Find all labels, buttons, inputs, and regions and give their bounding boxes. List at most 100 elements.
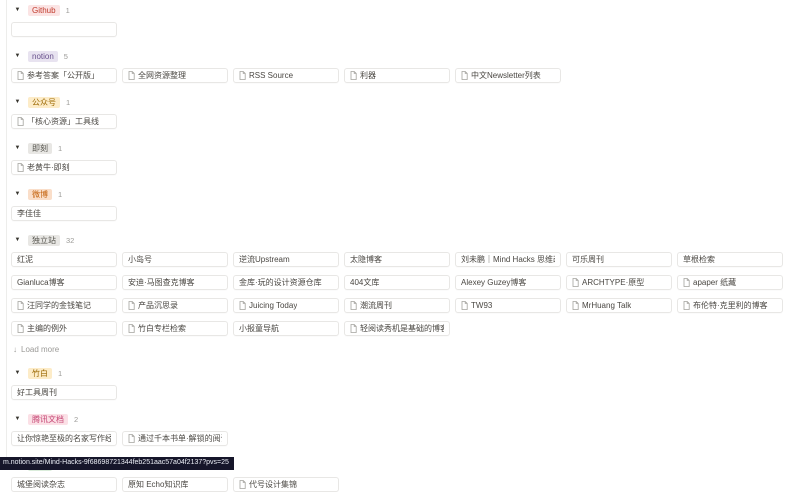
page-card[interactable]: 竹白专栏检索 [122,321,228,336]
page-card-title: 布伦特·克里利的博客 [693,301,768,310]
page-card[interactable]: 布伦特·克里利的博客 [677,298,783,313]
page-card[interactable]: Gianluca博客 [11,275,117,290]
group-tag-zhubai[interactable]: 竹白 [28,367,52,379]
page-card-title: 竹白专栏检索 [138,324,186,333]
collapse-toggle-icon[interactable]: ▼ [13,367,22,379]
page-card[interactable]: ARCHTYPE·原型 [566,275,672,290]
page-card-title: 参考答案「公开版」 [27,71,99,80]
page-card[interactable]: 让你惊艳至极的名家写作经验 [11,431,117,446]
group-tag-gongzhonghao[interactable]: 公众号 [28,96,60,108]
group-count: 1 [58,368,63,378]
group-section-zhubai: ▼ 竹白 1 好工具周刊 [11,367,800,400]
page-card[interactable]: 金库·玩的设计资源仓库 [233,275,339,290]
page-card[interactable] [11,22,117,37]
load-more-button[interactable]: ↓ Load more [11,344,800,354]
page-card-title: 404文库 [350,278,380,287]
page-card[interactable]: 产品沉思录 [122,298,228,313]
group-tag-indie[interactable]: 独立站 [28,234,60,246]
group-tag-jike[interactable]: 即刻 [28,142,52,154]
page-icon [17,163,24,172]
group-tag-tencent-docs[interactable]: 腾讯文档 [28,413,68,425]
group-header-github: ▼ Github 1 [11,4,800,16]
link-preview-statusbar: m.notion.site/Mind-Hacks-9f68698721344fe… [0,457,234,470]
card-grid-jike: 老黄牛·即刻 [11,160,800,175]
page-card[interactable]: 利器 [344,68,450,83]
page-icon [683,301,690,310]
group-section-jike: ▼ 即刻 1 老黄牛·即刻 [11,142,800,175]
page-card[interactable]: RSS Source [233,68,339,83]
page-card-title: 太隐博客 [350,255,382,264]
page-card[interactable]: MrHuang Talk [566,298,672,313]
page-card-title: 潮流周刊 [360,301,392,310]
page-card[interactable]: 红泥 [11,252,117,267]
page-card[interactable]: 草根检索 [677,252,783,267]
page-card-title: RSS Source [249,71,294,80]
card-grid-tencent-docs: 让你惊艳至极的名家写作经验 通过千本书单·解锁的阅读者 [11,431,800,446]
group-count: 1 [66,97,71,107]
group-tag-github[interactable]: Github [28,4,60,16]
group-count: 5 [63,51,68,61]
collapse-toggle-icon[interactable]: ▼ [13,142,22,154]
card-grid-indie: 红泥 小岛号 逆流Upstream 太隐博客 刘未鹏｜Mind Hacks 思维改变生活… [11,252,800,336]
page-card[interactable]: Juicing Today [233,298,339,313]
page-icon [17,324,24,333]
collapse-toggle-icon[interactable]: ▼ [13,188,22,200]
page-card-title: TW93 [471,301,493,310]
grouped-board: ▼ Github 1 ▼ notion 5 参考答案「公开版」 全网资源整理 RSS Sourc… [6,0,800,492]
page-card[interactable]: 原知 Echo知识库 [122,477,228,492]
page-card[interactable]: 老黄牛·即刻 [11,160,117,175]
page-card-title: 可乐周刊 [572,255,604,264]
page-card-title: 好工具周刊 [17,388,57,397]
page-icon [128,71,135,80]
collapse-toggle-icon[interactable]: ▼ [13,234,22,246]
page-card[interactable]: 刘未鹏｜Mind Hacks 思维改变生活 [455,252,561,267]
page-card[interactable]: 参考答案「公开版」 [11,68,117,83]
page-card[interactable]: 潮流周刊 [344,298,450,313]
page-card[interactable]: 可乐周刊 [566,252,672,267]
collapse-toggle-icon[interactable]: ▼ [13,50,22,62]
page-card[interactable]: 安迪·马图查克博客 [122,275,228,290]
collapse-toggle-icon[interactable]: ▼ [13,413,22,425]
page-card[interactable]: 通过千本书单·解锁的阅读者 [122,431,228,446]
page-card[interactable]: 城堡阅读杂志 [11,477,117,492]
card-grid-notion: 参考答案「公开版」 全网资源整理 RSS Source 利器 中文Newsletter列… [11,68,800,83]
page-card[interactable]: apaper 纸藏 [677,275,783,290]
page-card[interactable]: TW93 [455,298,561,313]
page-card[interactable]: 小报童导航 [233,321,339,336]
page-card[interactable]: 「核心资源」工具线 [11,114,117,129]
collapse-toggle-icon[interactable]: ▼ [13,96,22,108]
page-card-title: 小岛号 [128,255,152,264]
collapse-toggle-icon[interactable]: ▼ [13,4,22,16]
group-header-tencent-docs: ▼ 腾讯文档 2 [11,413,800,425]
page-card[interactable]: 主编的例外 [11,321,117,336]
page-card[interactable]: Alexey Guzey博客 [455,275,561,290]
group-header-indie: ▼ 独立站 32 [11,234,800,246]
page-card-title: 老黄牛·即刻 [27,163,70,172]
group-tag-notion[interactable]: notion [28,50,58,62]
group-tag-weibo[interactable]: 微博 [28,188,52,200]
page-card-title: 李佳佳 [17,209,41,218]
page-card[interactable]: 李佳佳 [11,206,117,221]
page-card-title: 草根检索 [683,255,715,264]
page-icon [239,480,246,489]
page-card[interactable]: 好工具周刊 [11,385,117,400]
group-count: 2 [74,414,79,424]
page-card[interactable]: 轻阅读秀机是基础的博客 [344,321,450,336]
page-card[interactable]: 逆流Upstream [233,252,339,267]
page-icon [572,301,579,310]
page-card-title: Gianluca博客 [17,278,65,287]
page-card[interactable]: 全网资源整理 [122,68,228,83]
page-icon [239,301,246,310]
group-section-indie: ▼ 独立站 32 红泥 小岛号 逆流Upstream 太隐博客 刘未鹏｜Mind Hacks … [11,234,800,354]
page-card[interactable]: 太隐博客 [344,252,450,267]
page-card[interactable]: 代号设计集锦 [233,477,339,492]
page-icon [572,278,579,287]
page-card-title: 红泥 [17,255,33,264]
page-icon [350,301,357,310]
page-card[interactable]: 中文Newsletter列表 [455,68,561,83]
page-card[interactable]: 404文库 [344,275,450,290]
group-header-notion: ▼ notion 5 [11,50,800,62]
page-card[interactable]: 小岛号 [122,252,228,267]
page-card[interactable]: 汪同学的金钱笔记 [11,298,117,313]
card-grid-yuque: 城堡阅读杂志 原知 Echo知识库 代号设计集锦 [11,477,800,492]
